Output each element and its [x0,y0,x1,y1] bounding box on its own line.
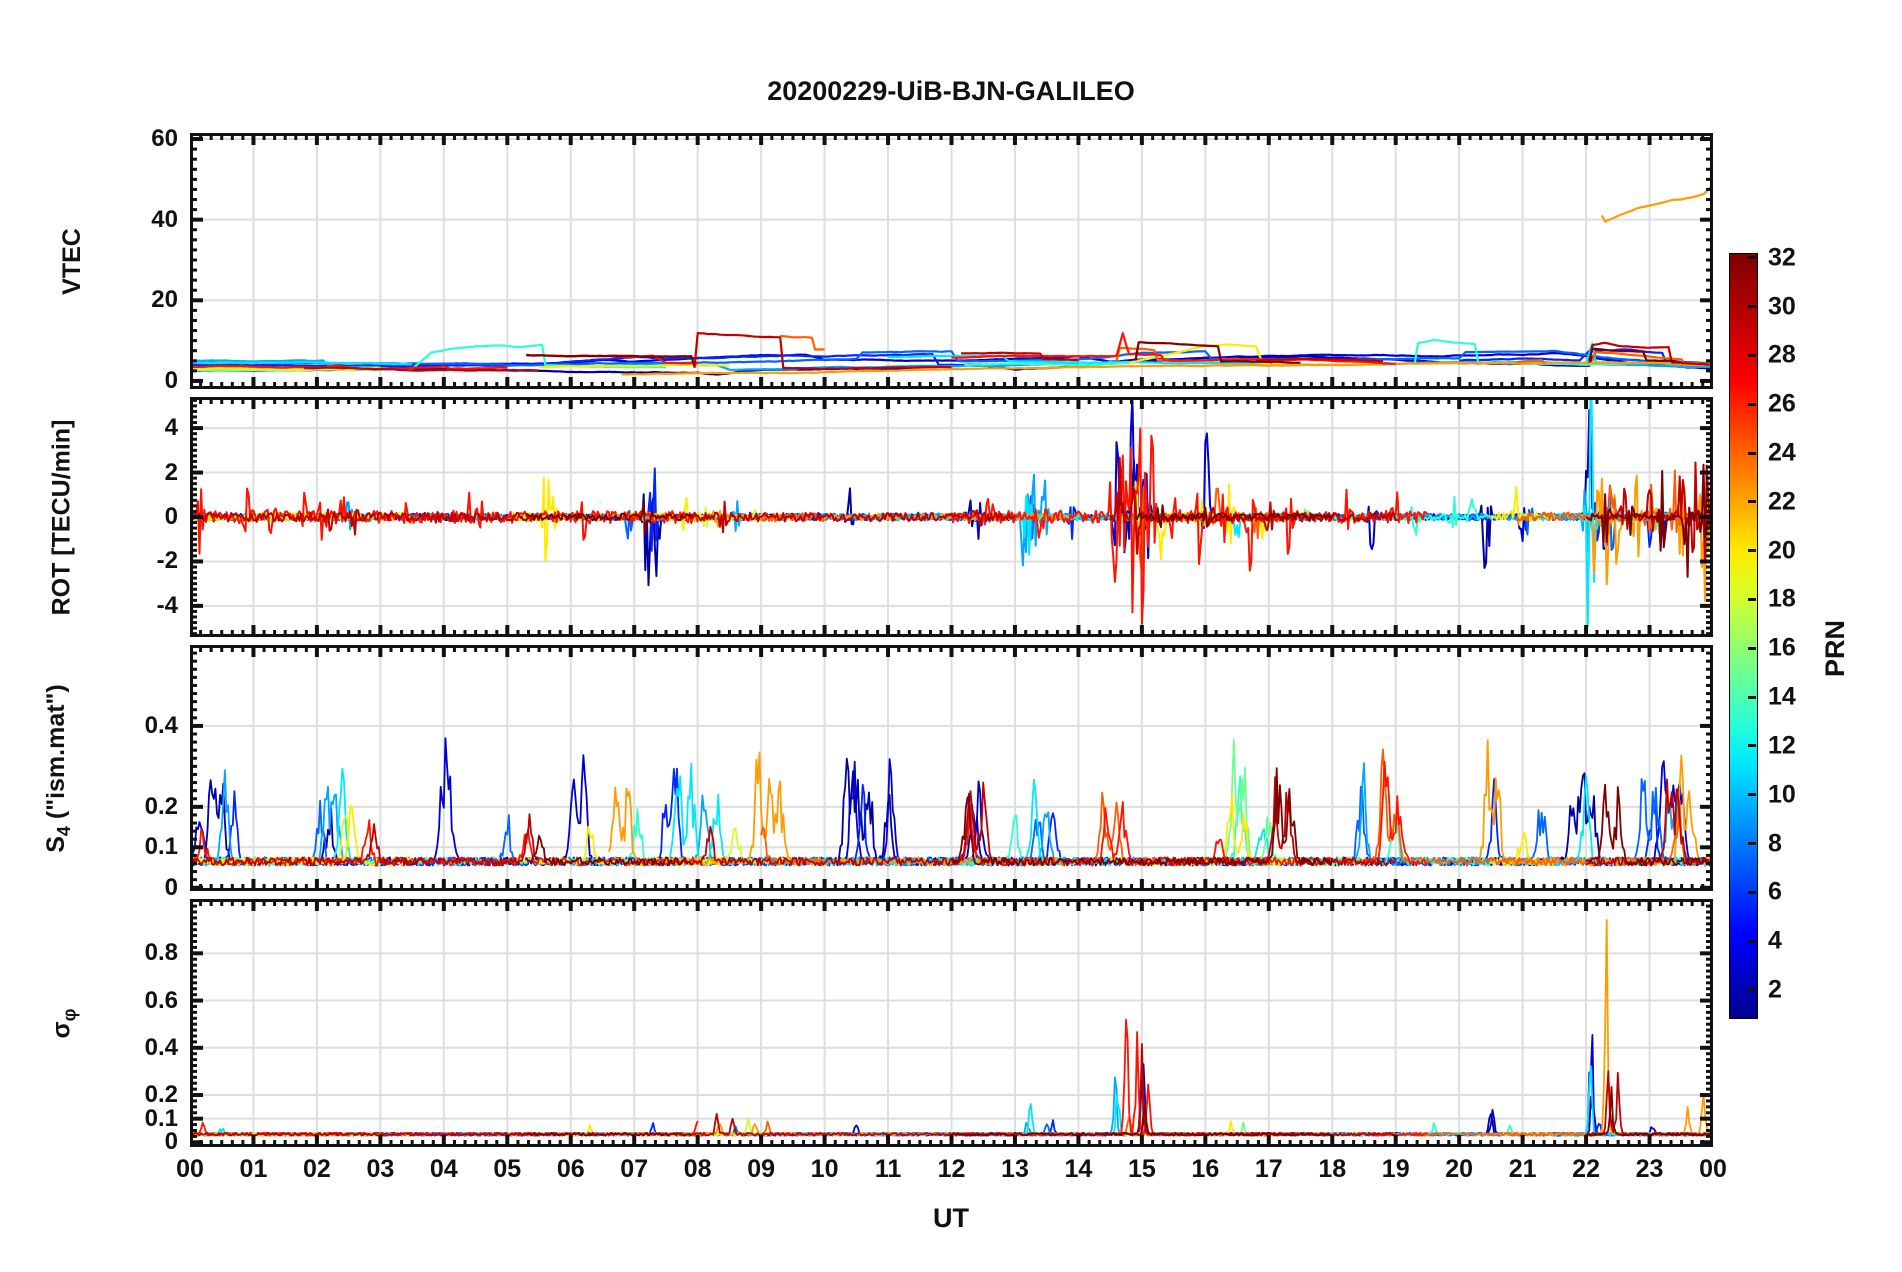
panel-s4-plot-area [190,645,1713,891]
x-tick-label: 02 [303,1155,331,1183]
colorbar-tick-label: 4 [1768,926,1782,955]
y-axis-label-wrap: VTEC [12,161,132,361]
series-prn-24 [1579,474,1713,603]
x-tick-label: 01 [239,1155,268,1183]
panel-rot-plot-area [190,397,1713,637]
x-tick-label: 00 [1699,1155,1727,1183]
x-tick-label: 22 [1572,1155,1600,1183]
x-tick-label: 09 [747,1155,776,1183]
colorbar-tick [1748,256,1756,260]
colorbar-tick [1748,500,1756,504]
colorbar-tick [1748,549,1756,553]
y-axis-label-s4: S4 ("ism.mat") [41,683,74,853]
colorbar-tick [1748,353,1756,357]
colorbar-tick-label: 12 [1768,731,1796,760]
y-tick-label: 0.2 [144,792,178,820]
series-prn-30 [1109,1043,1396,1137]
series-prn-26 [780,334,825,351]
panel-vtec-plot-area [190,133,1713,389]
colorbar-tick [1748,842,1756,845]
colorbar-tick-label: 24 [1768,438,1796,467]
colorbar-tick [1748,402,1756,406]
x-tick-label: 03 [366,1155,395,1183]
colorbar-tick-label: 6 [1768,877,1782,906]
colorbar-tick [1748,305,1756,309]
y-tick-label: 0.6 [144,986,178,1014]
colorbar-tick [1748,890,1756,894]
y-tick-label: -2 [156,547,178,575]
y-axis-label-vtec: VTEC [57,227,86,295]
series-prn-24 [1600,187,1713,223]
y-tick-label: 0.2 [144,1081,178,1109]
colorbar-tick-label: 32 [1768,243,1796,272]
colorbar-tick [1748,646,1756,650]
figure: 20200229-UiB-BJN-GALILEO 0 20 40 60 VTEC -4 -2… [0,0,1902,1272]
y-axis-label-wrap: σφ [4,923,124,1123]
colorbar-tick [1748,695,1756,699]
y-tick-label: 0.4 [144,1033,178,1061]
x-tick-label: 08 [683,1155,712,1183]
y-axis-label-rot: ROT [TECU/min] [47,419,76,615]
x-tick-label: 06 [556,1155,585,1183]
colorbar-tick [1748,744,1756,748]
colorbar-tick-label: 8 [1768,829,1782,857]
x-tick-label: 05 [493,1155,522,1183]
y-tick-label: 2 [164,458,178,486]
x-axis-label: UT [933,1203,969,1233]
x-tick-label: 17 [1254,1155,1283,1183]
y-tick-label: 60 [151,125,178,153]
chart-title: 20200229-UiB-BJN-GALILEO [767,76,1135,106]
y-tick-label: 0 [164,366,178,394]
x-tick-label: 16 [1191,1155,1220,1183]
series-prn-24 [1477,918,1713,1137]
panel-sigma-phi-plot-area [190,899,1713,1147]
series-prn-30 [190,813,540,867]
series-prn-10 [570,1076,1175,1137]
colorbar-gradient [1729,253,1758,1019]
y-axis-label-wrap: S4 ("ism.mat") [0,668,118,868]
colorbar-tick-label: 28 [1768,340,1796,369]
y-tick-label: 0 [164,873,178,901]
x-tick-label: 11 [874,1155,902,1183]
colorbar-tick-label: 30 [1768,292,1796,321]
series-prn-28 [950,760,1428,867]
y-axis-label-sigma-phi: σφ [47,1008,80,1038]
x-tick-label: 04 [429,1155,458,1183]
colorbar-tick [1748,451,1756,455]
colorbar-tick-label: 22 [1768,487,1796,516]
series-prn-14 [964,361,1130,367]
x-tick-label: 10 [810,1155,839,1183]
y-tick-label: 0.4 [144,711,178,739]
x-tick-label: 18 [1318,1155,1347,1183]
colorbar-tick [1748,988,1756,992]
colorbar-tick-label: 20 [1768,536,1796,565]
x-tick-label: 07 [620,1155,649,1183]
x-tick-label: 14 [1064,1155,1093,1183]
colorbar-tick-label: 26 [1768,389,1796,418]
colorbar-tick [1748,793,1756,797]
colorbar-tick-label: 2 [1768,975,1782,1004]
y-tick-label: -4 [156,591,178,619]
x-tick-label: 12 [937,1155,966,1183]
colorbar-tick [1748,939,1756,943]
y-tick-label: 0 [164,503,178,530]
colorbar-label: PRN [1820,619,1851,677]
y-tick-label: 0.1 [144,833,178,861]
series-prn-30 [1109,776,1397,867]
x-tick-label: 19 [1381,1155,1410,1183]
colorbar-tick [1748,597,1756,601]
y-tick-label: 4 [164,414,178,442]
x-tick-label: 21 [1508,1155,1537,1183]
y-tick-label: 0.8 [144,939,178,967]
y-axis-label-wrap: ROT [TECU/min] [2,417,122,617]
x-tick-label: 23 [1635,1155,1664,1183]
x-tick-label: 00 [176,1155,204,1183]
colorbar-tick-label: 10 [1768,780,1796,809]
x-tick-label: 15 [1127,1155,1156,1183]
x-tick-label: 20 [1445,1155,1474,1183]
x-tick-label: 13 [1001,1155,1029,1183]
